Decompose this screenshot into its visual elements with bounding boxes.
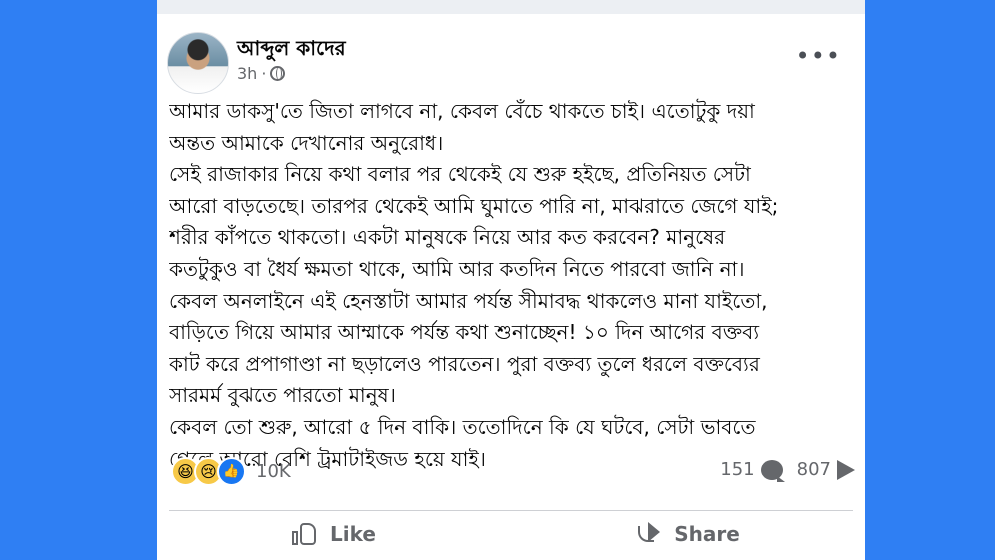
comment-count[interactable]: 151 [720, 459, 785, 482]
like-button[interactable]: Like [157, 521, 511, 547]
post-meta: 3h · [237, 64, 286, 83]
like-label: Like [330, 522, 376, 546]
post-line: আরো বাড়তেছে। তারপর থেকেই আমি ঘুমাতে পার… [169, 193, 779, 218]
post-line: কাট করে প্রপাগাণ্ডা না ছড়ালেও পারতেন। প… [169, 351, 760, 376]
share-arrow-icon [837, 459, 855, 480]
post-line: অন্তত আমাকে দেখানোর অনুরোধ। [169, 130, 444, 155]
thumbs-up-icon [292, 521, 318, 547]
separator-dot: · [261, 64, 267, 83]
more-dots-icon[interactable]: ••• [796, 44, 841, 68]
comment-icon [760, 459, 785, 482]
globe-icon [270, 66, 286, 81]
post-time[interactable]: 3h [237, 64, 257, 83]
share-button[interactable]: Share [511, 521, 865, 547]
post-line: কেবল অনলাইনে এই হেনস্তাটা আমার পর্যন্ত স… [169, 288, 768, 313]
post-line: বাড়িতে গিয়ে আমার আম্মাকে পর্যন্ত কথা শ… [169, 320, 760, 345]
post-card: আব্দুল কাদের 3h · ••• আমার ডাকসু'তে জিতা… [157, 0, 865, 560]
post-text: আমার ডাকসু'তে জিতা লাগবে না, কেবল বেঁচে … [169, 96, 853, 475]
post-line: সেই রাজাকার নিয়ে কথা বলার পর থেকেই যে শ… [169, 162, 751, 187]
like-emoji-icon: 👍 [217, 457, 246, 486]
post-line: কেবল তো শুরু, আরো ৫ দিন বাকি। ততোদিনে কি… [169, 414, 756, 439]
post-line: কতটুকুও বা ধৈর্য ক্ষমতা থাকে, আমি আর কতদ… [169, 256, 745, 281]
post-line: আমার ডাকসু'তে জিতা লাগবে না, কেবল বেঁচে … [169, 99, 755, 123]
author-name[interactable]: আব্দুল কাদের [237, 34, 346, 67]
share-count-value: 807 [796, 459, 831, 480]
engagement-stats: 151 807 [720, 459, 855, 482]
action-bar: Like Share [157, 521, 865, 547]
share-count[interactable]: 807 [797, 459, 855, 480]
post-line: সারমর্ম বুঝতে পারতো মানুষ। [169, 383, 396, 408]
divider [169, 510, 853, 511]
post-line: শরীর কাঁপতে থাকতো। একটা মানুষকে নিয়ে আর… [169, 225, 726, 250]
comment-count-value: 151 [720, 459, 755, 480]
reaction-count[interactable]: 10K [256, 461, 291, 482]
share-label: Share [674, 522, 740, 546]
reaction-summary[interactable]: 😆 😢 👍 10K [171, 457, 291, 486]
avatar[interactable] [167, 32, 229, 94]
share-icon [636, 522, 662, 546]
